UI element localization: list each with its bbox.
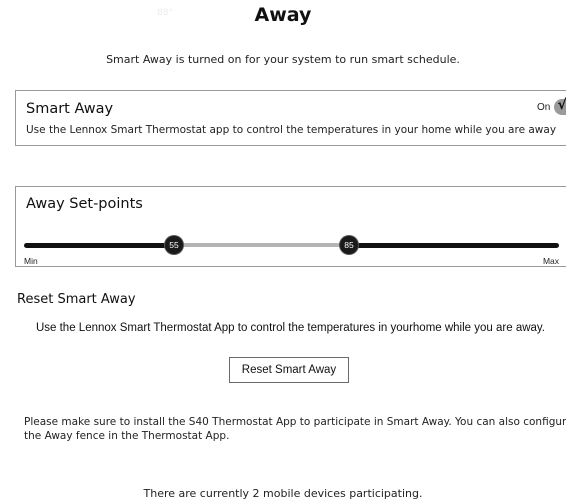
smart-away-toggle[interactable]: √: [554, 97, 566, 115]
install-app-note: Please make sure to install the S40 Ther…: [24, 416, 566, 442]
away-setpoints-card: Away Set-points 55 85 Min Max: [15, 186, 566, 267]
page-title: Away: [254, 4, 312, 26]
smart-away-description: Use the Lennox Smart Thermostat app to c…: [26, 124, 557, 136]
slider-min-label: Min: [24, 256, 38, 266]
low-setpoint-handle[interactable]: 55: [165, 236, 183, 254]
smart-away-title: Smart Away: [26, 101, 114, 117]
slider-track-high: [349, 243, 559, 248]
page-subtitle: Smart Away is turned on for your system …: [106, 53, 460, 66]
reset-smart-away-heading: Reset Smart Away: [17, 292, 136, 307]
away-setpoints-title: Away Set-points: [26, 196, 143, 212]
smart-away-toggle-group[interactable]: On √: [537, 97, 566, 115]
reset-smart-away-description: Use the Lennox Smart Thermostat App to c…: [35, 322, 546, 334]
slider-max-label: Max: [542, 256, 559, 266]
reset-smart-away-button[interactable]: Reset Smart Away: [229, 357, 349, 383]
smart-away-card: Smart Away On √ Use the Lennox Smart The…: [15, 90, 566, 146]
check-icon: √: [557, 97, 566, 113]
toggle-state-label: On: [537, 101, 551, 113]
high-setpoint-handle[interactable]: 85: [340, 236, 358, 254]
setpoint-range-slider[interactable]: 55 85 Min Max: [24, 236, 559, 266]
slider-track-low: [24, 243, 174, 248]
devices-participating-status: There are currently 2 mobile devices par…: [143, 487, 423, 500]
slider-track-range: [174, 243, 349, 247]
